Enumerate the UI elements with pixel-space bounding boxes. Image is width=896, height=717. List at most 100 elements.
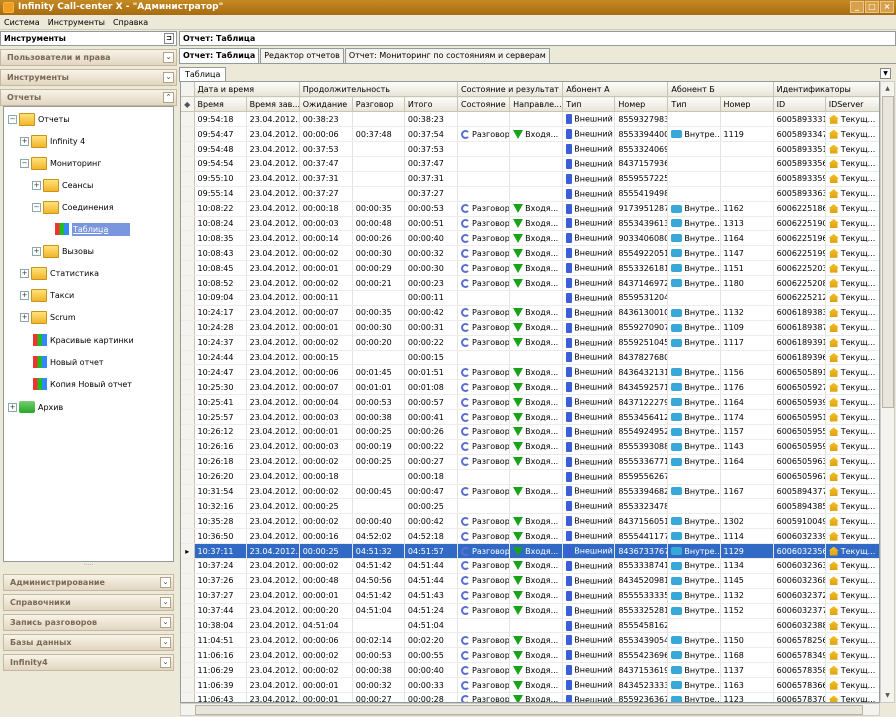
row-indicator[interactable] <box>181 230 195 247</box>
tree-node-infinity4[interactable]: + Infinity 4 <box>20 132 85 150</box>
table-row[interactable]: 10:08:24 23.04.2012... 00:00:03 00:00:48 00:… <box>181 216 879 232</box>
row-indicator[interactable] <box>181 379 195 396</box>
table-row[interactable]: 10:26:12 23.04.2012... 00:00:01 00:00:25 00:… <box>181 424 879 440</box>
table-row[interactable]: 11:06:43 23.04.2012... 00:00:01 00:00:27 00:… <box>181 692 879 702</box>
row-indicator[interactable] <box>181 141 195 157</box>
col-id[interactable]: ID <box>773 96 826 113</box>
table-row[interactable]: 10:24:47 23.04.2012... 00:00:06 00:01:45 00:… <box>181 364 879 381</box>
minimize-button[interactable]: _ <box>850 1 864 13</box>
maximize-button[interactable]: □ <box>865 1 879 13</box>
expand-icon[interactable]: ⌄ <box>160 577 171 588</box>
subtab-table[interactable]: Таблица <box>179 67 227 82</box>
tree-node-archive[interactable]: + Архив <box>8 398 63 416</box>
tree-node-taxi[interactable]: + Такси <box>20 286 74 304</box>
row-indicator[interactable] <box>181 216 195 232</box>
group-users-rights[interactable]: Пользователи и права ⌄ <box>0 49 177 66</box>
col-b-number[interactable]: Номер <box>720 96 774 113</box>
row-indicator[interactable] <box>181 484 195 500</box>
table-row[interactable]: 10:08:43 23.04.2012... 00:00:02 00:00:30 00:… <box>181 245 879 262</box>
horizontal-scrollbar[interactable] <box>180 703 880 716</box>
table-row[interactable]: 10:37:27 23.04.2012... 00:00:01 04:51:42 04:… <box>181 588 879 604</box>
col-total[interactable]: Итого <box>404 96 459 113</box>
row-indicator[interactable] <box>181 350 195 366</box>
table-row[interactable]: 10:31:54 23.04.2012... 00:00:02 00:00:45 00:… <box>181 484 879 500</box>
row-indicator[interactable] <box>181 603 195 619</box>
group-administration[interactable]: Администрирование ⌄ <box>3 574 174 591</box>
hscroll-thumb[interactable] <box>195 705 863 715</box>
expand-icon[interactable]: ⌄ <box>163 72 174 83</box>
tree-node-new-report[interactable]: Новый отчет <box>33 353 104 371</box>
table-row[interactable]: 10:24:44 23.04.2012... 00:00:15 00:00:15 Вне… <box>181 350 879 366</box>
row-indicator[interactable] <box>181 662 195 679</box>
collapse-icon[interactable]: − <box>32 202 41 212</box>
row-indicator[interactable] <box>181 677 195 694</box>
table-row[interactable]: 10:24:17 23.04.2012... 00:00:07 00:00:35 00:… <box>181 305 879 321</box>
scroll-down-icon[interactable]: ▼ <box>881 689 894 702</box>
row-indicator[interactable] <box>181 558 195 574</box>
col-direction[interactable]: Направле... <box>509 96 564 113</box>
tree-node-reports[interactable]: − Отчеты <box>8 110 70 128</box>
row-indicator[interactable] <box>181 290 195 306</box>
row-indicator[interactable] <box>181 260 195 277</box>
table-row[interactable]: 10:08:22 23.04.2012... 00:00:18 00:00:35 00:… <box>181 201 879 217</box>
table-row[interactable]: 09:55:10 23.04.2012... 00:37:31 00:37:31 Вне… <box>181 171 879 187</box>
table-row[interactable]: 10:25:57 23.04.2012... 00:00:03 00:00:38 00:… <box>181 409 879 425</box>
row-indicator[interactable] <box>181 126 195 143</box>
menu-help[interactable]: Справка <box>109 15 152 29</box>
tree-node-statistics[interactable]: + Статистика <box>20 264 99 282</box>
expand-icon[interactable]: + <box>8 402 17 412</box>
col-time[interactable]: Время <box>194 96 247 113</box>
col-b-type[interactable]: Тип <box>667 96 721 113</box>
group-tools[interactable]: Инструменты ⌄ <box>0 69 177 86</box>
row-indicator[interactable] <box>181 156 195 172</box>
tab-report-editor[interactable]: Редактор отчетов <box>260 48 344 63</box>
table-row[interactable]: 09:54:18 23.04.2012... 00:38:23 00:38:23 Вне… <box>181 111 879 128</box>
row-indicator[interactable] <box>181 245 195 262</box>
menu-system[interactable]: Система <box>0 15 44 29</box>
table-row[interactable]: 11:04:51 23.04.2012... 00:00:06 00:02:14 00:… <box>181 632 879 649</box>
table-row[interactable]: 10:25:41 23.04.2012... 00:00:04 00:00:53 00:… <box>181 394 879 411</box>
row-indicator[interactable] <box>181 171 195 187</box>
expand-icon[interactable]: + <box>32 246 41 256</box>
row-indicator[interactable] <box>181 364 195 381</box>
row-indicator[interactable] <box>181 305 195 321</box>
group-header-duration[interactable]: Продолжительность <box>299 82 459 98</box>
table-row[interactable]: 11:06:16 23.04.2012... 00:00:02 00:00:53 00:… <box>181 647 879 664</box>
group-header-subscriber-b[interactable]: Абонент Б <box>667 82 774 98</box>
group-databases[interactable]: Базы данных ⌄ <box>3 634 174 651</box>
table-row[interactable]: 11:06:39 23.04.2012... 00:00:01 00:00:32 00:… <box>181 677 879 694</box>
col-idserver[interactable]: IDServer <box>825 96 879 113</box>
expand-icon[interactable]: ⌄ <box>163 52 174 63</box>
col-a-type[interactable]: Тип <box>562 96 616 113</box>
table-row[interactable]: 10:38:04 23.04.2012... 04:51:04 04:51:04 Вне… <box>181 618 879 634</box>
group-call-recording[interactable]: Запись разговоров ⌄ <box>3 614 174 631</box>
table-row[interactable]: 10:08:52 23.04.2012... 00:00:02 00:00:21 00:… <box>181 275 879 291</box>
tab-monitoring-report[interactable]: Отчет: Мониторинг по состояниям и сервер… <box>344 48 550 63</box>
tab-report-table[interactable]: Отчет: Таблица <box>179 48 260 63</box>
table-row[interactable]: 09:55:14 23.04.2012... 00:37:27 00:37:27 Вне… <box>181 186 879 202</box>
vertical-scrollbar[interactable]: ▲ ▼ <box>880 81 895 703</box>
row-indicator[interactable] <box>181 632 195 649</box>
group-reports[interactable]: Отчеты ⌃ <box>0 89 177 106</box>
col-state[interactable]: Состояние <box>457 96 511 113</box>
table-row[interactable]: 10:37:44 23.04.2012... 00:00:20 04:51:04 04:… <box>181 603 879 619</box>
row-indicator[interactable] <box>181 394 195 411</box>
expand-icon[interactable]: + <box>20 136 29 146</box>
col-wait[interactable]: Ожидание <box>299 96 353 113</box>
group-header-subscriber-a[interactable]: Абонент А <box>562 82 669 98</box>
menu-tools[interactable]: Инструменты <box>44 15 109 29</box>
row-indicator[interactable] <box>181 439 195 455</box>
row-indicator[interactable] <box>181 528 195 545</box>
table-row[interactable]: 11:06:29 23.04.2012... 00:00:02 00:00:38 00:… <box>181 662 879 679</box>
col-talk[interactable]: Разговор <box>352 96 405 113</box>
scroll-thumb[interactable] <box>882 96 894 408</box>
table-row[interactable]: 10:36:50 23.04.2012... 00:00:16 04:52:02 04:… <box>181 528 879 545</box>
table-row[interactable]: 10:26:20 23.04.2012... 00:00:18 00:00:18 Вне… <box>181 469 879 485</box>
group-references[interactable]: Справочники ⌄ <box>3 594 174 611</box>
table-row[interactable]: ▸ 10:37:11 23.04.2012... 00:00:25 04:51:32 04… <box>181 543 879 559</box>
group-header-identifiers[interactable]: Идентификаторы <box>773 82 879 98</box>
table-row[interactable]: 10:26:16 23.04.2012... 00:00:03 00:00:19 00:… <box>181 439 879 455</box>
panel-splitter[interactable]: ····· <box>3 563 174 569</box>
row-indicator[interactable] <box>181 335 195 351</box>
tree-node-connections[interactable]: − Соединения <box>32 198 114 216</box>
